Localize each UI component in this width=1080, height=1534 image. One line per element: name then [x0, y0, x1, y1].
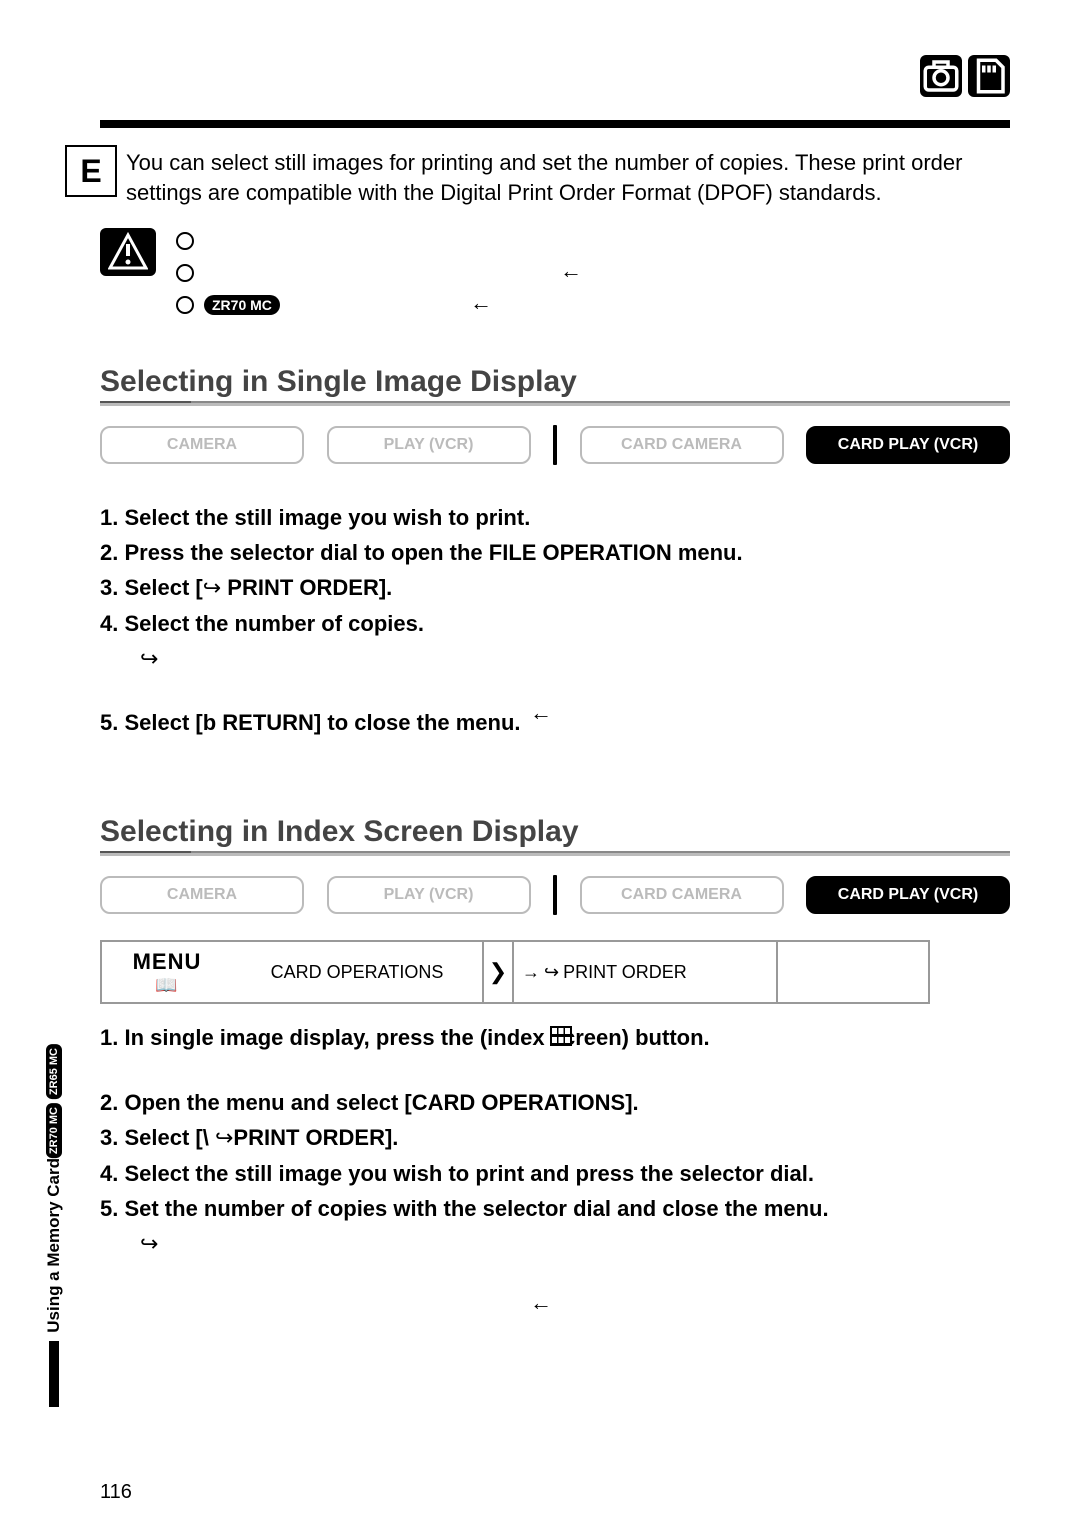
menu-empty [778, 942, 928, 1002]
model-badge: ZR70 MC [204, 295, 280, 315]
mode-camera: CAMERA [100, 876, 304, 914]
print-order-icon: ↪ [544, 962, 559, 983]
step-4: 4. Select the number of copies. [100, 606, 1010, 641]
caution-icon [100, 228, 156, 276]
side-label: ZR65 MC ZR70 MC Using a Memory Card [40, 1040, 68, 1415]
side-text: Using a Memory Card [44, 1158, 64, 1333]
card-icon [968, 55, 1010, 97]
print-order-icon: ↪ [140, 1231, 158, 1256]
section1-mode-row: CAMERA PLAY (VCR) CARD CAMERA CARD PLAY … [100, 425, 1010, 465]
mode-separator [553, 875, 557, 915]
page-number: 116 [100, 1481, 132, 1504]
arrow-icon: ← [560, 258, 582, 284]
arrow-icon: ← [470, 290, 492, 316]
step-1: 1. Select the still image you wish to pr… [100, 500, 1010, 535]
arrow-icon: ← [530, 1290, 552, 1316]
menu-card-operations: CARD OPERATIONS [232, 942, 484, 1002]
mode-separator [553, 425, 557, 465]
step-3: 3. Select [↪ PRINT ORDER]. [100, 570, 1010, 605]
index-screen-icon [550, 1026, 572, 1052]
caution-block: ZR70 MC [100, 228, 1010, 318]
section2-mode-row: CAMERA PLAY (VCR) CARD CAMERA CARD PLAY … [100, 875, 1010, 915]
camera-icon [920, 55, 962, 97]
section1-steps: 1. Select the still image you wish to pr… [100, 500, 1010, 740]
mode-play-vcr: PLAY (VCR) [327, 426, 531, 464]
print-order-icon: ↪ [203, 575, 221, 600]
step-3: 3. Select [\ ↪PRINT ORDER]. [100, 1120, 1010, 1155]
side-tab [49, 1341, 59, 1407]
mode-play-vcr: PLAY (VCR) [327, 876, 531, 914]
print-order-icon: ↪ [215, 1125, 233, 1150]
print-order-icon: ↪ [140, 646, 158, 671]
mode-card-camera: CARD CAMERA [580, 876, 784, 914]
section1-heading: Selecting in Single Image Display [100, 365, 1010, 406]
arrow-right-icon: → [522, 962, 540, 983]
step-5: 5. Select [b RETURN] to close the menu. [100, 705, 1010, 740]
intro-text: You can select still images for printing… [126, 148, 1010, 207]
header-icons [920, 55, 1010, 97]
top-rule [100, 120, 1010, 128]
chevron-right-icon: ❯ [484, 942, 514, 1002]
menu-print-order: → ↪ PRINT ORDER [514, 942, 778, 1002]
mode-card-play-vcr-active: CARD PLAY (VCR) [806, 426, 1010, 464]
menu-path: MENU 📖 CARD OPERATIONS ❯ → ↪ PRINT ORDER [100, 940, 930, 1004]
menu-label: MENU 📖 [102, 942, 232, 1002]
arrow-icon: ← [530, 700, 552, 726]
section2-heading: Selecting in Index Screen Display [100, 815, 1010, 856]
side-badge: ZR65 MC [46, 1044, 62, 1099]
side-badge: ZR70 MC [46, 1103, 62, 1158]
mode-camera: CAMERA [100, 426, 304, 464]
language-letter: E [65, 145, 117, 197]
step-2: 2. Press the selector dial to open the F… [100, 535, 1010, 570]
step-5: 5. Set the number of copies with the sel… [100, 1191, 1010, 1226]
mode-card-play-vcr-active: CARD PLAY (VCR) [806, 876, 1010, 914]
mode-card-camera: CARD CAMERA [580, 426, 784, 464]
step-4: 4. Select the still image you wish to pr… [100, 1156, 1010, 1191]
step-2: 2. Open the menu and select [CARD OPERAT… [100, 1085, 1010, 1120]
book-icon: 📖 [155, 975, 178, 996]
